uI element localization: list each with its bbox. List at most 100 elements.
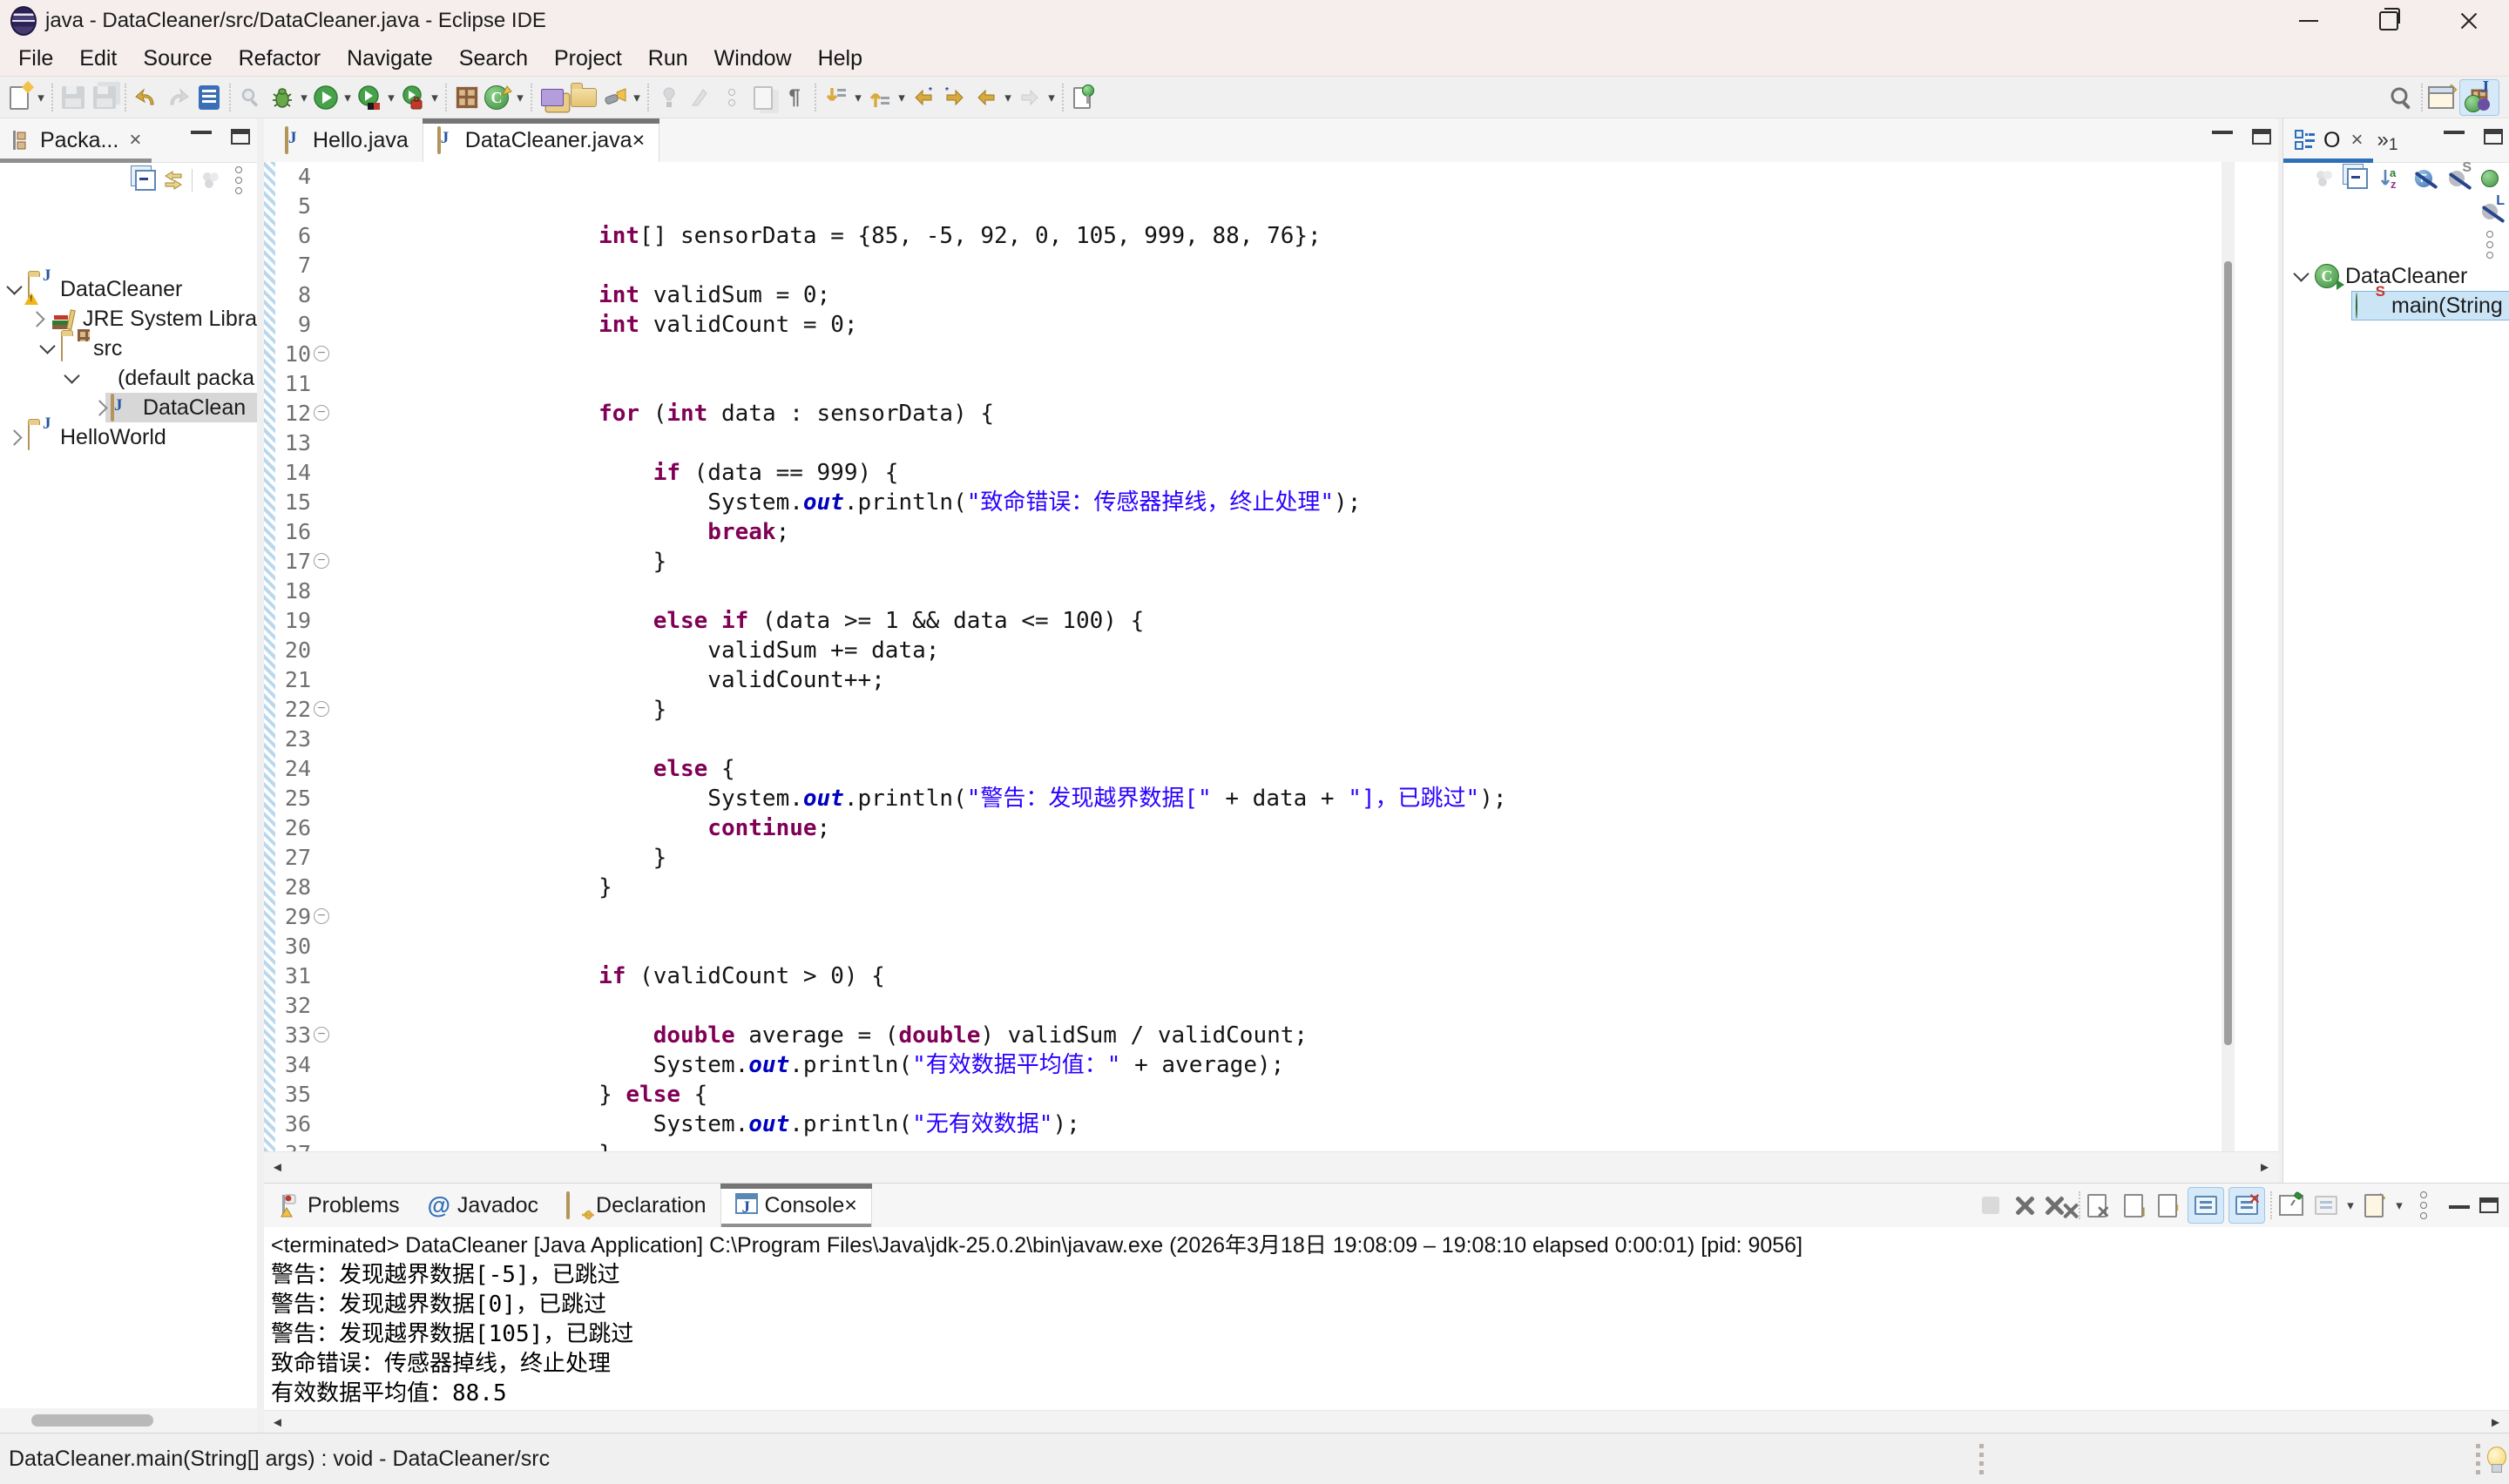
tree-item-src[interactable]: src [42, 334, 122, 363]
scroll-left-icon[interactable]: ◄ [271, 1415, 284, 1430]
menu-refactor[interactable]: Refactor [226, 46, 334, 71]
back-icon[interactable] [971, 83, 1001, 112]
hide-fields-icon[interactable]: F [2411, 165, 2437, 192]
scrollbar-thumb[interactable] [31, 1414, 153, 1427]
tab-package-explorer[interactable]: Packa... × [0, 118, 152, 162]
next-edit-location-icon[interactable]: * [940, 83, 970, 112]
maximize-view-icon[interactable] [2484, 129, 2503, 145]
coverage-icon[interactable] [355, 83, 384, 112]
menu-run[interactable]: Run [635, 46, 701, 71]
console-hscrollbar[interactable]: ◄ ► [264, 1410, 2509, 1433]
tab-javadoc[interactable]: @ Javadoc [414, 1184, 552, 1227]
display-console-dropdown[interactable]: ▾ [2344, 1197, 2357, 1213]
run-dropdown[interactable]: ▾ [342, 90, 354, 105]
console-output[interactable]: 警告：发现越界数据[-5]，已跳过警告：发现越界数据[0]，已跳过警告：发现越界… [264, 1260, 2509, 1410]
menu-search[interactable]: Search [446, 46, 541, 71]
focus-icon[interactable] [2311, 165, 2337, 192]
collapse-all-icon[interactable] [132, 167, 159, 193]
remove-all-launches-icon[interactable] [2044, 1191, 2073, 1220]
convert-icon[interactable] [748, 83, 778, 112]
scroll-left-icon[interactable]: ◄ [271, 1160, 284, 1175]
package-explorer-hscrollbar[interactable] [0, 1408, 257, 1433]
tree-item-datacleaner-project[interactable]: J DataCleaner [9, 274, 182, 304]
search-flashlight-dropdown[interactable]: ▾ [631, 90, 643, 105]
hide-non-public-icon[interactable] [2477, 165, 2503, 192]
open-task-icon[interactable] [194, 83, 224, 112]
close-icon[interactable]: × [632, 128, 646, 153]
link-with-editor-icon[interactable] [160, 167, 186, 193]
format-icon[interactable] [686, 83, 715, 112]
view-menu-icon[interactable] [226, 167, 252, 193]
open-perspective-icon[interactable] [2428, 83, 2458, 112]
open-console-icon[interactable] [2360, 1191, 2390, 1220]
run-external-dropdown[interactable]: ▾ [429, 90, 441, 105]
menu-source[interactable]: Source [130, 46, 225, 71]
scroll-lock-icon[interactable] [2120, 1191, 2149, 1220]
chevron-right-icon[interactable] [6, 429, 22, 445]
more-views-indicator[interactable]: »1 [2373, 118, 2401, 162]
new-class-icon[interactable]: C [484, 83, 513, 112]
save-icon[interactable] [58, 83, 88, 112]
maximize-view-icon[interactable] [231, 129, 250, 145]
tab-declaration[interactable]: Declaration [552, 1184, 720, 1227]
menu-edit[interactable]: Edit [66, 46, 130, 71]
display-console-icon[interactable] [2311, 1191, 2341, 1220]
tab-datacleaner-java[interactable]: J DataCleaner.java × [423, 118, 659, 162]
show-whitespace-icon[interactable]: ¶ [780, 83, 809, 112]
run-icon[interactable] [311, 83, 341, 112]
tab-hello-java[interactable]: J Hello.java [271, 118, 423, 162]
debug-icon[interactable] [267, 83, 297, 112]
filters-icon[interactable] [198, 167, 224, 193]
mark-occurrences-icon[interactable] [654, 83, 684, 112]
tree-item-jre-library[interactable]: JRE System Libra [31, 304, 257, 334]
tab-outline[interactable]: O × [2283, 118, 2373, 162]
hide-local-types-icon[interactable]: L [2477, 199, 2503, 225]
minimize-view-icon[interactable] [191, 127, 212, 134]
minimize-button[interactable] [2269, 0, 2349, 42]
next-annotation-icon[interactable] [822, 83, 851, 112]
close-icon[interactable]: × [129, 128, 141, 152]
new-package-icon[interactable] [569, 83, 599, 112]
next-annotation-dropdown[interactable]: ▾ [852, 90, 864, 105]
save-all-icon[interactable] [90, 83, 119, 112]
tree-item-datacleaner-file[interactable]: J DataClean [94, 393, 257, 422]
remove-launch-icon[interactable] [2010, 1191, 2039, 1220]
open-console-dropdown[interactable]: ▾ [2393, 1197, 2405, 1213]
menu-window[interactable]: Window [701, 46, 805, 71]
maximize-view-icon[interactable] [2479, 1197, 2499, 1213]
editor-hscrollbar[interactable]: ◄ ► [264, 1151, 2278, 1183]
undo-icon[interactable] [132, 83, 161, 112]
chevron-down-icon[interactable] [2293, 266, 2309, 281]
show-stdout-icon[interactable] [2188, 1187, 2224, 1224]
scroll-right-icon[interactable]: ► [2258, 1160, 2271, 1175]
chevron-down-icon[interactable] [6, 279, 22, 294]
outline-item-main-method[interactable]: S main(String [2351, 291, 2509, 320]
menu-navigate[interactable]: Navigate [334, 46, 446, 71]
debug-dropdown[interactable]: ▾ [298, 90, 310, 105]
search-icon[interactable] [2386, 83, 2416, 112]
word-wrap-icon[interactable] [2154, 1191, 2183, 1220]
hide-static-icon[interactable]: S [2444, 165, 2470, 192]
new-class-dropdown[interactable]: ▾ [514, 90, 526, 105]
new-java-project-icon[interactable] [452, 83, 482, 112]
tab-console[interactable]: J Console × [720, 1184, 872, 1227]
outline-item-class[interactable]: C DataCleaner [2296, 261, 2509, 291]
minimize-view-icon[interactable] [2449, 1202, 2470, 1209]
java-perspective-icon[interactable]: J [2459, 79, 2499, 116]
menu-help[interactable]: Help [805, 46, 876, 71]
clear-console-icon[interactable] [2086, 1191, 2115, 1220]
tree-item-default-package[interactable]: (default packa [66, 363, 254, 393]
coverage-dropdown[interactable]: ▾ [385, 90, 397, 105]
chevron-down-icon[interactable] [64, 368, 79, 383]
open-type-icon[interactable] [538, 83, 567, 112]
close-button[interactable] [2429, 0, 2509, 42]
new-wizard-icon[interactable] [4, 83, 34, 112]
maximize-editor-icon[interactable] [2252, 129, 2271, 145]
collapse-all-icon[interactable] [2344, 165, 2370, 192]
close-icon[interactable]: × [2350, 128, 2363, 152]
restore-button[interactable] [2349, 0, 2429, 42]
minimize-view-icon[interactable] [2444, 127, 2465, 134]
chevron-down-icon[interactable] [39, 338, 55, 354]
inspect-icon[interactable] [236, 83, 266, 112]
pin-editor-icon[interactable] [1069, 83, 1099, 112]
